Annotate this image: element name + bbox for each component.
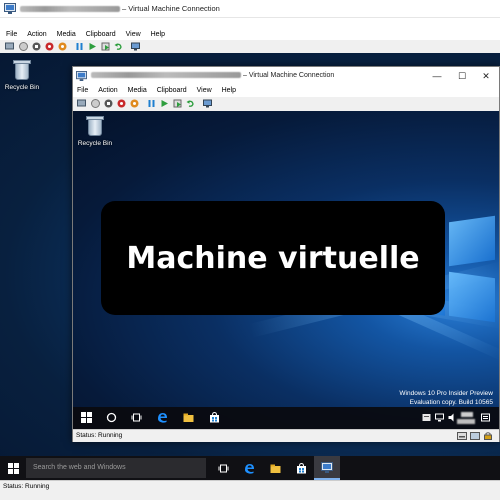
save-icon[interactable] [58,42,67,51]
search-placeholder: Search the web and Windows [33,464,126,471]
vm-connection-taskbar-button[interactable] [314,456,340,480]
resume-icon[interactable] [160,99,169,108]
pause-icon[interactable] [75,42,84,51]
recycle-bin-shortcut[interactable]: Recycle Bin [73,115,117,147]
keyboard-status-icon [457,432,467,440]
enhanced-session-icon[interactable] [131,42,140,51]
inner-taskbar [73,407,499,429]
turn-off-icon[interactable] [32,42,41,51]
title-suffix: – Virtual Machine Connection [122,4,220,13]
lock-status-icon [484,432,492,440]
shutdown-icon[interactable] [117,99,126,108]
close-button[interactable]: ✕ [479,70,493,82]
resume-icon[interactable] [88,42,97,51]
redacted-title [91,72,241,79]
edge-icon[interactable] [157,412,168,423]
store-icon[interactable] [296,463,307,474]
enhanced-session-icon[interactable] [203,99,212,108]
search-input[interactable]: Search the web and Windows [26,458,206,478]
mouse-status-icon [470,432,480,440]
shutdown-icon[interactable] [45,42,54,51]
edge-icon[interactable] [244,463,255,474]
cortana-icon[interactable] [106,412,117,423]
outer-toolbar [0,40,500,54]
watermark-line1: Windows 10 Pro Insider Preview [399,390,493,397]
vm-connection-icon [76,71,87,81]
recycle-bin-label: Recycle Bin [4,84,40,91]
start-button-icon[interactable] [81,412,92,423]
start-button-icon[interactable] [8,463,19,474]
network-icon[interactable] [435,413,444,422]
overlay-label: Machine virtuelle [101,201,445,315]
outer-taskbar: Search the web and Windows [0,456,500,480]
pause-icon[interactable] [147,99,156,108]
evaluation-watermark: Windows 10 Pro Insider Preview Evaluatio… [399,390,493,407]
vm-connection-icon [321,462,333,473]
turn-off-icon[interactable] [104,99,113,108]
volume-icon[interactable] [448,413,457,422]
store-icon[interactable] [209,412,220,423]
task-view-icon[interactable] [131,412,142,423]
task-view-icon[interactable] [218,463,229,474]
redacted-title [20,6,120,13]
recycle-bin-shortcut[interactable]: Recycle Bin [0,59,44,91]
outer-status-bar: Status: Running [0,480,500,500]
ctrl-alt-del-icon[interactable] [5,42,14,51]
action-center-icon[interactable] [481,413,490,422]
start-icon[interactable] [91,99,100,108]
inner-status-bar: Status: Running [73,429,499,442]
inner-title-bar: – Virtual Machine Connection — ☐ ✕ [73,67,499,85]
inner-toolbar [73,97,499,111]
menu-view[interactable]: View [197,85,212,97]
inner-menu-bar: File Action Media Clipboard View Help [73,85,245,97]
start-icon[interactable] [19,42,28,51]
recycle-bin-icon [85,115,105,137]
save-icon[interactable] [130,99,139,108]
maximize-button[interactable]: ☐ [455,70,469,82]
vm-status: Status: Running [76,432,123,439]
checkpoint-icon[interactable] [173,99,182,108]
ctrl-alt-del-icon[interactable] [77,99,86,108]
vm-connection-icon [4,3,16,14]
file-explorer-icon[interactable] [183,412,194,423]
revert-icon[interactable] [186,99,195,108]
recycle-bin-icon [12,59,32,81]
recycle-bin-label: Recycle Bin [77,140,113,147]
outer-title-bar: – Virtual Machine Connection [0,0,500,18]
vm-status: Status: Running [3,483,50,490]
title-suffix: – Virtual Machine Connection [243,72,335,79]
minimize-button[interactable]: — [430,70,444,82]
window-title: – Virtual Machine Connection [91,72,334,79]
file-explorer-icon[interactable] [270,463,281,474]
overlay-text: Machine virtuelle [126,240,420,276]
menu-clipboard[interactable]: Clipboard [157,85,187,97]
clock-date-redacted [457,419,475,424]
menu-action[interactable]: Action [98,85,117,97]
revert-icon[interactable] [114,42,123,51]
clock-time-redacted [461,412,473,417]
menu-file[interactable]: File [77,85,88,97]
menu-media[interactable]: Media [128,85,147,97]
window-title: – Virtual Machine Connection [20,4,220,13]
watermark-line2: Evaluation copy. Build 10565 [409,398,493,406]
menu-help[interactable]: Help [222,85,236,97]
notification-icon[interactable] [422,413,431,422]
checkpoint-icon[interactable] [101,42,110,51]
